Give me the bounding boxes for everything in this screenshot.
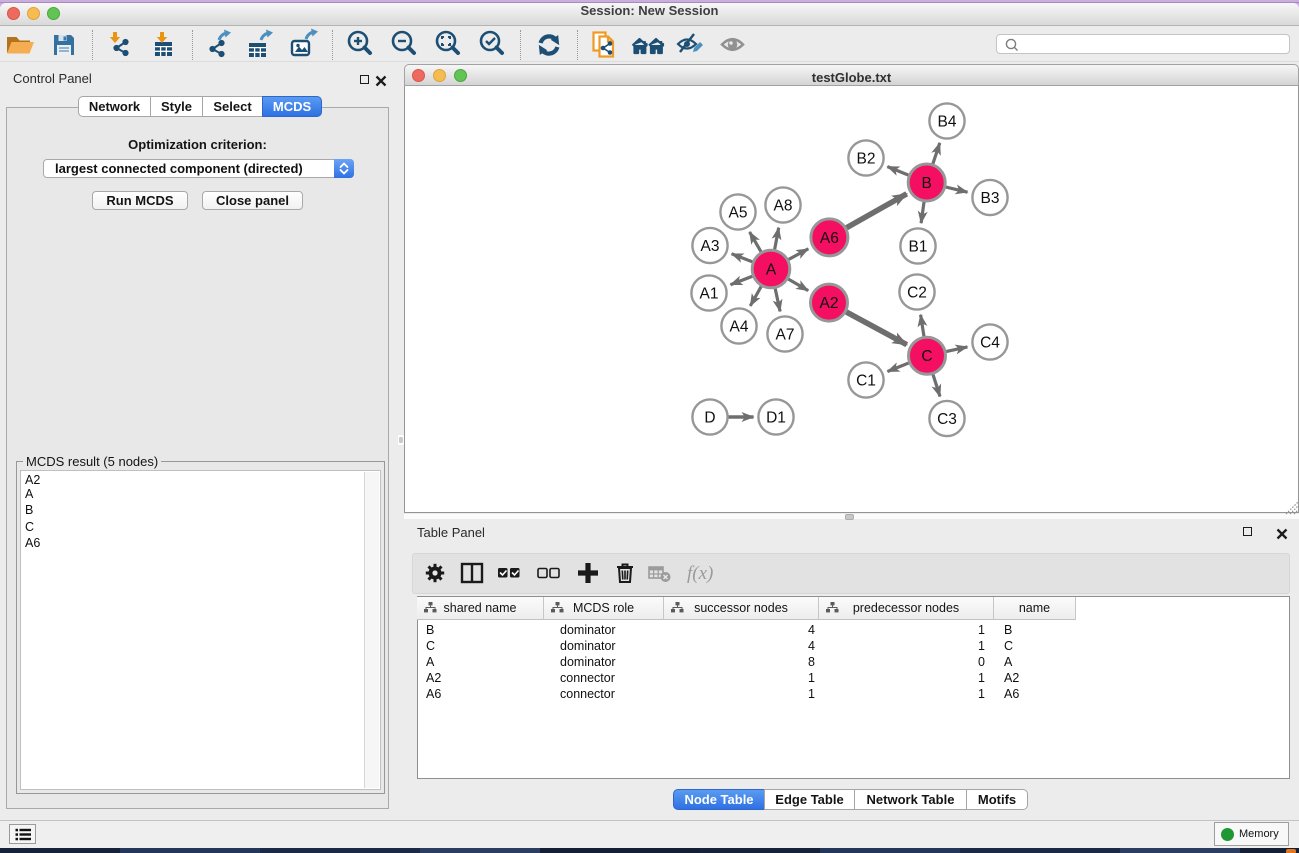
svg-text:C1: C1 — [856, 373, 876, 390]
svg-text:A2: A2 — [820, 295, 839, 312]
svg-text:A3: A3 — [701, 238, 720, 255]
svg-text:B4: B4 — [938, 114, 957, 131]
svg-text:C4: C4 — [980, 335, 1000, 352]
svg-text:C: C — [921, 348, 932, 365]
svg-text:D1: D1 — [766, 410, 786, 427]
svg-text:A7: A7 — [776, 327, 795, 344]
svg-text:A5: A5 — [729, 205, 748, 222]
svg-text:A1: A1 — [700, 286, 719, 303]
svg-text:B3: B3 — [981, 190, 1000, 207]
svg-text:A8: A8 — [774, 198, 793, 215]
svg-text:A6: A6 — [820, 230, 839, 247]
svg-text:B1: B1 — [909, 239, 928, 256]
svg-text:A4: A4 — [730, 319, 749, 336]
svg-text:D: D — [704, 410, 715, 427]
svg-text:B2: B2 — [857, 151, 876, 168]
svg-text:A: A — [766, 262, 777, 279]
svg-text:C2: C2 — [907, 285, 927, 302]
svg-text:C3: C3 — [937, 411, 957, 428]
svg-text:B: B — [922, 175, 932, 192]
